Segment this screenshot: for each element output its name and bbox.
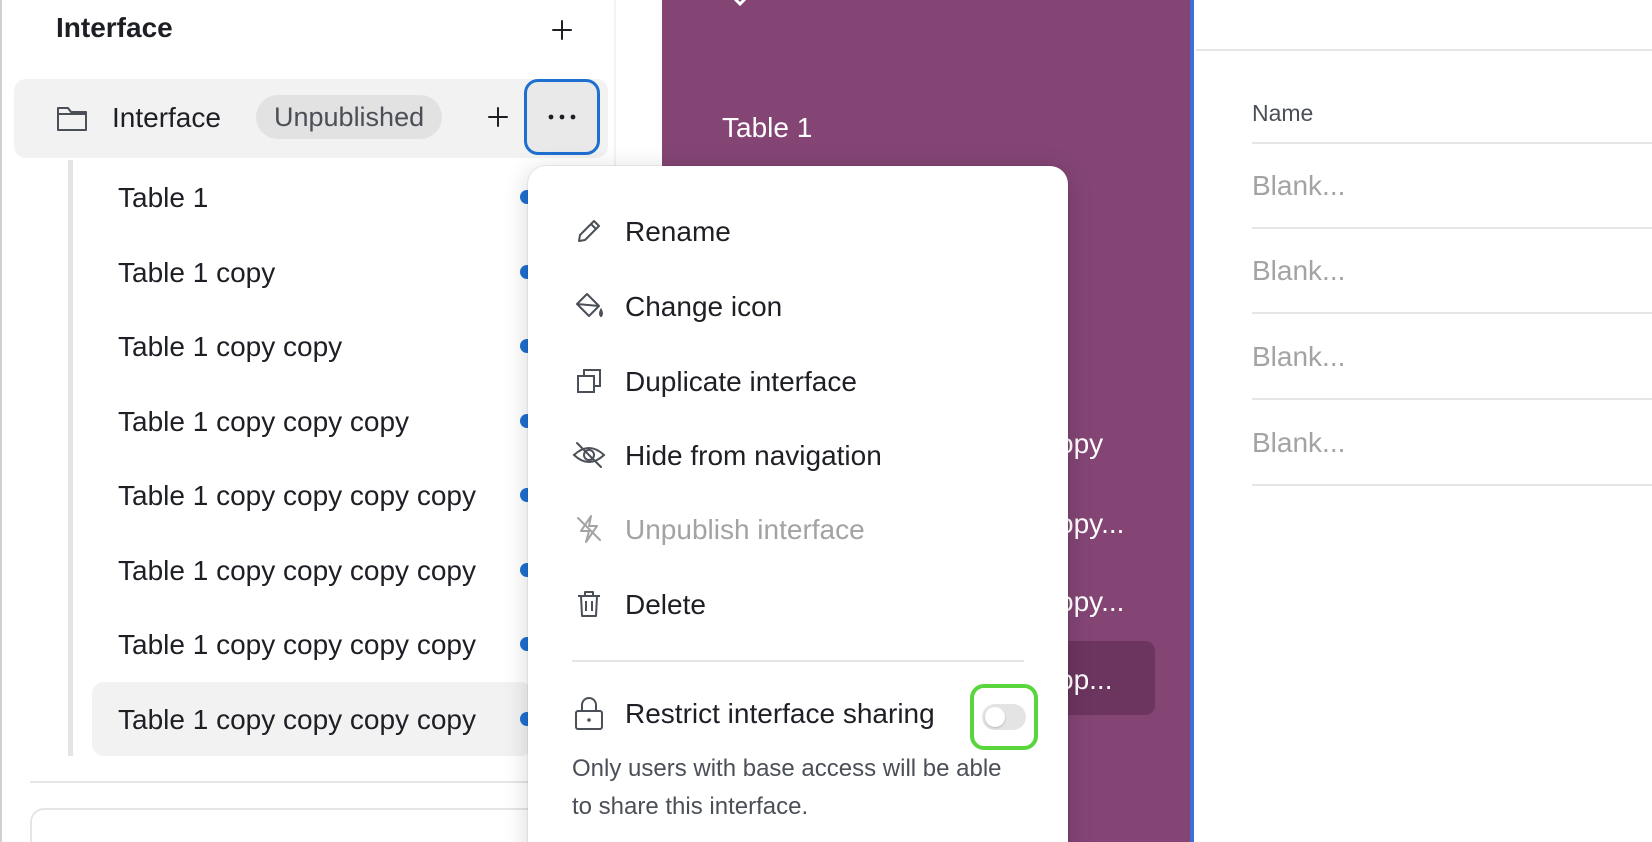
sidebar: Interface Interface Unpublished Table 1 … (0, 0, 616, 842)
table-item-label: Table 1 copy copy copy copy (118, 629, 476, 660)
pencil-icon (572, 214, 606, 248)
table-item[interactable]: Table 1 (92, 160, 534, 235)
restrict-sharing-toggle[interactable] (982, 704, 1026, 730)
sidebar-divider (30, 781, 590, 783)
grid-cell[interactable]: Blank... (1252, 341, 1345, 373)
status-badge: Unpublished (256, 95, 443, 139)
table-item[interactable]: Table 1 copy copy copy copy (92, 607, 534, 682)
delete-menu-item[interactable]: Delete (528, 571, 1068, 637)
table-item-label: Table 1 copy (118, 256, 276, 288)
menu-item-label: Hide from navigation (625, 440, 882, 471)
grid-row-border (1252, 227, 1652, 229)
toggle-knob (985, 707, 1005, 727)
table-item-label: Table 1 copy copy (118, 331, 343, 362)
grid-row-border (1252, 142, 1652, 144)
trash-icon (572, 587, 606, 621)
grid-cell[interactable]: Blank... (1252, 170, 1345, 202)
duplicate-interface-menu-item[interactable]: Duplicate interface (528, 348, 1068, 414)
tree-line (68, 160, 73, 756)
table-item[interactable]: Table 1 copy (92, 235, 534, 310)
table-item[interactable]: Table 1 copy copy copy copy (92, 458, 534, 533)
interface-options-menu: Rename Change icon Duplicate interface H… (528, 166, 1068, 842)
grid-top-border (1196, 49, 1652, 51)
hide-from-navigation-menu-item[interactable]: Hide from navigation (528, 422, 1068, 488)
table-item[interactable]: Table 1 copy copy copy (92, 384, 534, 459)
restrict-sharing-description: Only users with base access will be able… (572, 755, 1002, 820)
menu-item-label: Rename (625, 216, 731, 247)
interface-row[interactable]: Interface Unpublished (14, 79, 608, 158)
duplicate-icon (572, 364, 606, 398)
grid-cell[interactable]: Blank... (1252, 255, 1345, 287)
table-item-label: Table 1 copy copy copy copy (118, 554, 476, 586)
eye-slash-icon (572, 438, 606, 472)
grid-row-border (1252, 484, 1652, 486)
more-options-button[interactable] (524, 79, 600, 155)
column-header-name[interactable]: Name (1252, 100, 1313, 127)
table-item[interactable]: Table 1 copy copy copy copy (92, 533, 534, 608)
table-item-label: Table 1 copy copy copy copy (118, 480, 476, 511)
interface-name: Interface (112, 102, 221, 133)
menu-divider (572, 660, 1024, 662)
sidebar-bottom-card[interactable] (30, 808, 590, 842)
menu-item-label: Delete (625, 589, 706, 620)
sidebar-title: Interface (56, 12, 173, 43)
table-list: Table 1 Table 1 copy Table 1 copy copy T… (92, 160, 534, 756)
chevron-icon (733, 0, 747, 7)
plus-icon (552, 20, 572, 40)
grid-cell[interactable]: Blank... (1252, 427, 1345, 459)
grid-row-border (1252, 312, 1652, 314)
add-page-button[interactable] (480, 99, 516, 135)
add-interface-button[interactable] (544, 12, 580, 48)
table-item-label: Table 1 copy copy copy copy (118, 703, 476, 735)
preview-edge (1190, 0, 1194, 842)
menu-item-label: Change icon (625, 291, 783, 322)
table-item-label: Table 1 copy copy copy (118, 405, 410, 437)
lightning-slash-icon (572, 512, 606, 546)
change-icon-menu-item[interactable]: Change icon (528, 273, 1068, 339)
restrict-sharing-label: Restrict interface sharing (625, 698, 935, 729)
menu-item-label: Unpublish interface (625, 514, 865, 545)
table-item[interactable]: Table 1 copy copy (92, 309, 534, 384)
menu-item-label: Duplicate interface (625, 366, 857, 397)
grid-row-border (1252, 398, 1652, 400)
preview-nav-item[interactable]: Table 1 (722, 112, 812, 144)
unpublish-interface-menu-item[interactable]: Unpublish interface (528, 496, 1068, 562)
ellipsis-icon (548, 114, 576, 120)
restrict-sharing-toggle-highlight[interactable] (970, 684, 1038, 750)
folder-icon (57, 107, 87, 131)
paint-bucket-icon (572, 289, 606, 323)
lock-icon (575, 697, 603, 730)
table-item-label: Table 1 (118, 182, 209, 213)
plus-icon (488, 107, 508, 127)
rename-menu-item[interactable]: Rename (528, 198, 1068, 264)
table-item-selected[interactable]: Table 1 copy copy copy copy (92, 681, 534, 756)
